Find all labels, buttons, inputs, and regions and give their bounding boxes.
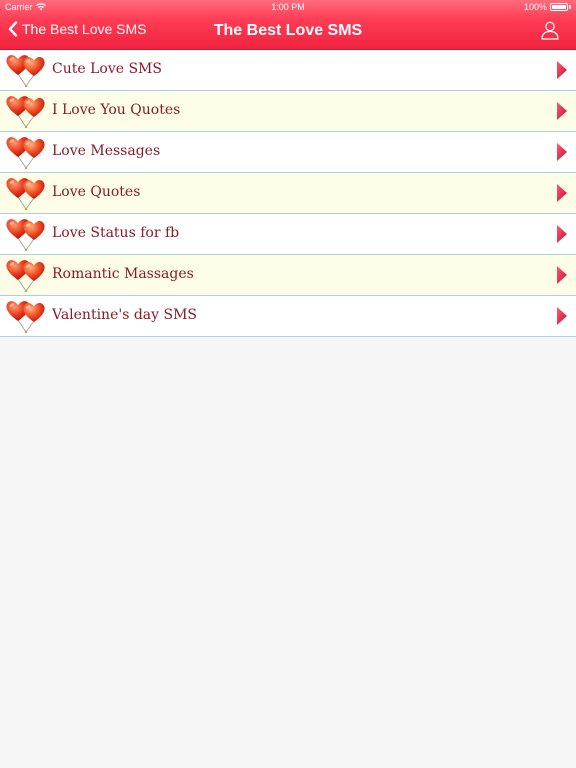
chevron-right-icon: [557, 61, 567, 79]
list-item-valentine-s-day-sms[interactable]: Valentine's day SMS: [0, 296, 576, 337]
list-item-label: Valentine's day SMS: [52, 307, 198, 323]
list-item-love-status-for-fb[interactable]: Love Status for fb: [0, 214, 576, 255]
chevron-right-icon: [557, 266, 567, 284]
hearts-balloon-icon: [6, 137, 45, 169]
status-time: 1:00 PM: [271, 2, 305, 12]
hearts-balloon-icon: [6, 301, 45, 333]
battery-icon: [550, 3, 568, 11]
list-item-romantic-massages[interactable]: Romantic Massages: [0, 255, 576, 296]
list-item-label: Love Status for fb: [52, 225, 180, 241]
chevron-right-icon: [557, 225, 567, 243]
category-list: Cute Love SMS I Love You Quotes Love Mes…: [0, 50, 576, 337]
list-item-label: Love Quotes: [52, 184, 141, 200]
status-bar: Carrier 1:00 PM 100%: [0, 0, 576, 14]
hearts-balloon-icon: [6, 260, 45, 292]
page-title: The Best Love SMS: [213, 22, 363, 39]
list-item-i-love-you-quotes[interactable]: I Love You Quotes: [0, 91, 576, 132]
list-item-label: Love Messages: [52, 143, 161, 159]
chevron-right-icon: [557, 102, 567, 120]
list-item-label: Cute Love SMS: [52, 61, 162, 77]
list-item-love-quotes[interactable]: Love Quotes: [0, 173, 576, 214]
hearts-balloon-icon: [6, 55, 45, 87]
hearts-balloon-icon: [6, 178, 45, 210]
battery-indicator: 100%: [524, 2, 571, 12]
list-item-label: Romantic Massages: [52, 266, 194, 282]
chevron-right-icon: [557, 184, 567, 202]
chevron-right-icon: [557, 143, 567, 161]
hearts-balloon-icon: [6, 96, 45, 128]
profile-icon[interactable]: [540, 20, 560, 40]
list-item-cute-love-sms[interactable]: Cute Love SMS: [0, 50, 576, 91]
navigation-bar: Carrier 1:00 PM 100% The Best Love SMS T…: [0, 0, 576, 50]
list-item-love-messages[interactable]: Love Messages: [0, 132, 576, 173]
battery-percent: 100%: [523, 2, 547, 12]
chevron-right-icon: [557, 307, 567, 325]
list-item-label: I Love You Quotes: [52, 102, 181, 118]
hearts-balloon-icon: [6, 219, 45, 251]
